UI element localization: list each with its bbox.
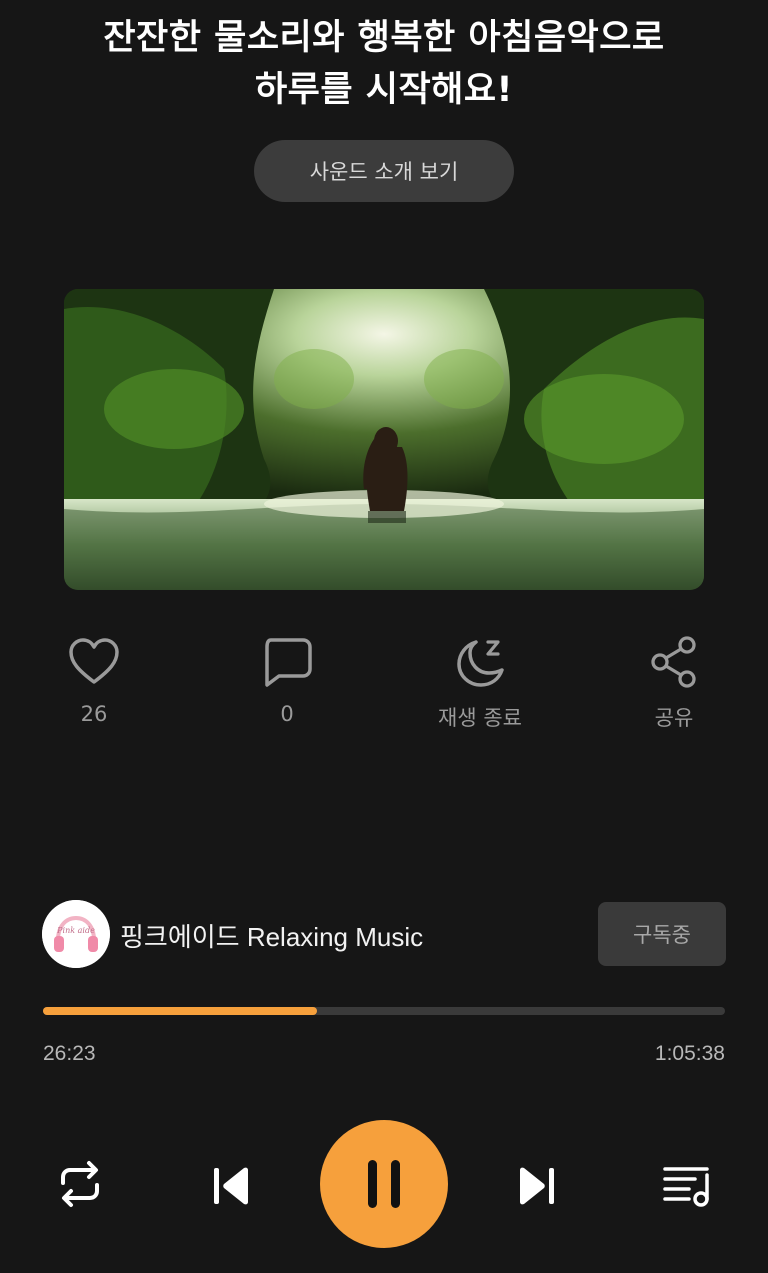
previous-button[interactable] bbox=[202, 1158, 258, 1214]
channel-name[interactable]: 핑크에이드 Relaxing Music bbox=[120, 917, 423, 954]
progress-fill bbox=[43, 1007, 318, 1015]
pause-icon bbox=[368, 1160, 400, 1208]
avatar-logo-text: Pink aide bbox=[56, 926, 95, 935]
channel-row: Pink aide 핑크에이드 Relaxing Music 구독중 bbox=[42, 900, 726, 968]
sleep-timer-action[interactable]: 재생 종료 bbox=[415, 634, 545, 732]
action-bar: 26 0 재생 종료 공유 bbox=[0, 634, 768, 734]
page-title: 잔잔한 물소리와 행복한 아침음악으로 하루를 시작해요! bbox=[0, 12, 768, 116]
repeat-button[interactable] bbox=[52, 1156, 108, 1212]
like-count: 26 bbox=[80, 702, 108, 726]
like-action[interactable]: 26 bbox=[29, 634, 159, 726]
share-label: 공유 bbox=[654, 706, 694, 730]
share-icon[interactable] bbox=[609, 634, 739, 690]
skip-previous-icon bbox=[214, 1167, 248, 1205]
playlist-button[interactable] bbox=[658, 1156, 716, 1214]
elapsed-time: 26:23 bbox=[43, 1042, 96, 1065]
comment-icon[interactable] bbox=[222, 634, 352, 690]
title-line-1: 잔잔한 물소리와 행복한 아침음악으로 bbox=[103, 18, 665, 58]
moon-zz-icon[interactable] bbox=[415, 634, 545, 690]
title-line-2: 하루를 시작해요! bbox=[254, 70, 514, 110]
subscribe-button[interactable]: 구독중 bbox=[598, 902, 726, 966]
next-button[interactable] bbox=[510, 1158, 566, 1214]
forest-river-image bbox=[64, 289, 704, 590]
skip-next-icon bbox=[520, 1167, 554, 1205]
track-artwork bbox=[64, 289, 704, 590]
sleep-timer-label: 재생 종료 bbox=[438, 706, 522, 730]
heart-icon[interactable] bbox=[29, 634, 159, 690]
progress-bar[interactable] bbox=[43, 1007, 725, 1015]
playlist-icon bbox=[663, 1167, 709, 1207]
share-action[interactable]: 공유 bbox=[609, 634, 739, 732]
comment-action[interactable]: 0 bbox=[222, 634, 352, 726]
repeat-icon bbox=[61, 1161, 99, 1207]
total-time: 1:05:38 bbox=[654, 1042, 725, 1065]
sound-intro-button[interactable]: 사운드 소개 보기 bbox=[254, 140, 514, 202]
headphones-logo-icon: Pink aide bbox=[42, 900, 110, 968]
comment-count: 0 bbox=[280, 702, 294, 726]
pause-button[interactable] bbox=[320, 1120, 448, 1248]
player-controls bbox=[0, 1120, 768, 1250]
channel-avatar[interactable]: Pink aide bbox=[42, 900, 110, 968]
